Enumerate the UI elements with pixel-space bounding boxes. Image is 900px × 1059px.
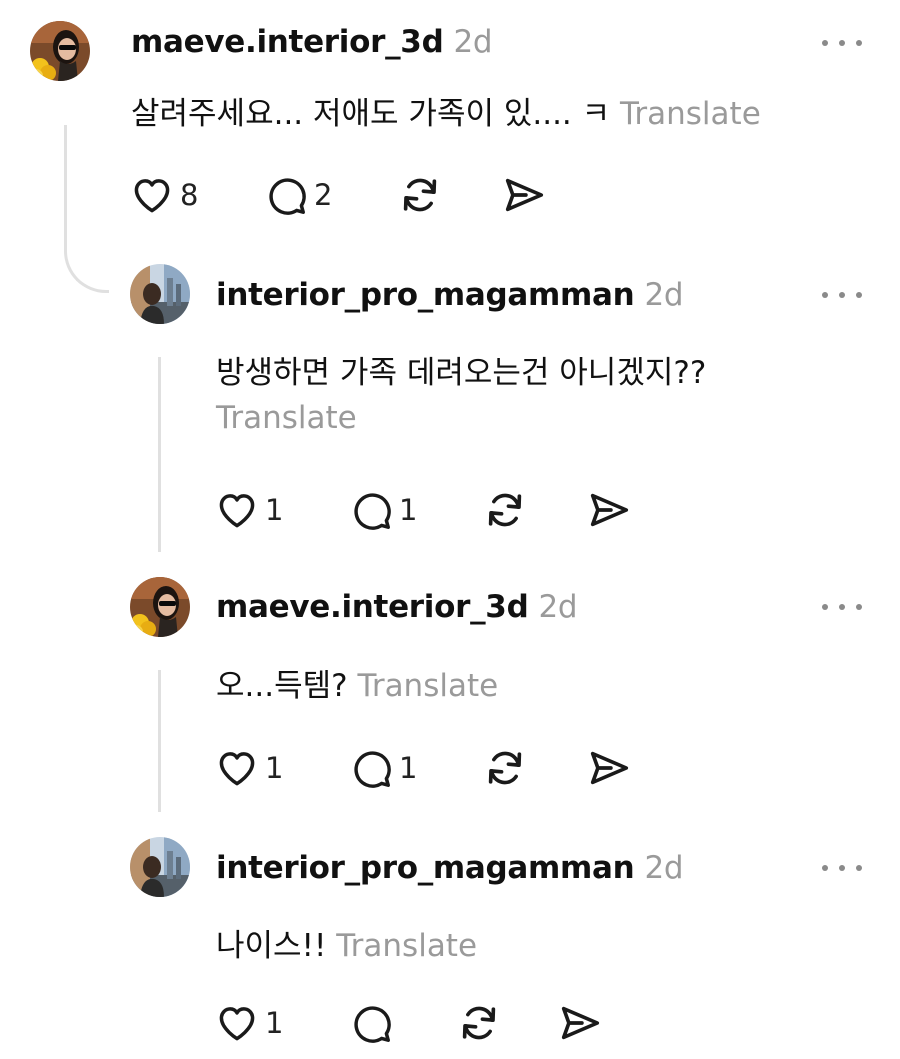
more-options-icon[interactable]: [822, 285, 862, 305]
heart-icon: [215, 488, 259, 532]
heart-icon: [215, 746, 259, 790]
repost-icon: [456, 1000, 502, 1046]
share-icon: [557, 1000, 603, 1046]
comment-text-line: 살려주세요... 저애도 가족이 있.... ㅋ Translate: [131, 88, 761, 133]
more-options-icon[interactable]: [822, 33, 862, 53]
translate-link[interactable]: Translate: [216, 400, 357, 436]
comment-icon: [349, 1001, 393, 1045]
repost-button[interactable]: [482, 743, 528, 793]
share-icon: [501, 172, 547, 218]
reply-count: 2: [314, 178, 333, 212]
username[interactable]: maeve.interior_3d: [131, 24, 444, 60]
like-button[interactable]: 1: [215, 998, 283, 1048]
thread-line: [64, 125, 67, 245]
heart-icon: [215, 1001, 259, 1045]
username-line: interior_pro_magamman 2d: [216, 277, 684, 313]
username-line: interior_pro_magamman 2d: [216, 850, 684, 886]
translate-link[interactable]: Translate: [357, 668, 498, 704]
comment-icon: [349, 746, 393, 790]
repost-button[interactable]: [397, 170, 443, 220]
avatar[interactable]: [30, 21, 90, 81]
repost-icon: [482, 745, 528, 791]
username[interactable]: interior_pro_magamman: [216, 850, 635, 886]
timestamp: 2d: [538, 589, 578, 625]
share-button[interactable]: [586, 743, 632, 793]
comment-text-line: 나이스!! Translate: [216, 920, 477, 965]
more-options-icon[interactable]: [822, 858, 862, 878]
like-button[interactable]: 1: [215, 743, 283, 793]
share-button[interactable]: [557, 998, 603, 1048]
timestamp: 2d: [644, 850, 684, 886]
reply-button[interactable]: 1: [349, 485, 417, 535]
reply-button[interactable]: 1: [349, 743, 417, 793]
man-city-view-avatar-icon: [130, 837, 190, 897]
comment-text: 살려주세요... 저애도 가족이 있.... ㅋ: [131, 96, 611, 132]
reply-button[interactable]: [349, 998, 399, 1048]
woman-with-sunglasses-avatar-icon: [30, 21, 90, 81]
comment-icon: [264, 173, 308, 217]
like-count: 8: [180, 178, 199, 212]
like-count: 1: [265, 493, 284, 527]
comment-text: 오...득템?: [216, 668, 348, 704]
repost-button[interactable]: [456, 998, 502, 1048]
comment-text: 방생하면 가족 데려오는건 아니겠지??: [216, 355, 707, 391]
username-line: maeve.interior_3d 2d: [216, 589, 578, 625]
timestamp: 2d: [453, 24, 493, 60]
username[interactable]: maeve.interior_3d: [216, 589, 529, 625]
timestamp: 2d: [644, 277, 684, 313]
comment-text: 나이스!!: [216, 928, 327, 964]
like-button[interactable]: 8: [130, 170, 198, 220]
repost-button[interactable]: [482, 485, 528, 535]
avatar[interactable]: [130, 264, 190, 324]
reply-button[interactable]: 2: [264, 170, 332, 220]
avatar[interactable]: [130, 837, 190, 897]
like-count: 1: [265, 751, 284, 785]
share-icon: [586, 745, 632, 791]
share-button[interactable]: [501, 170, 547, 220]
comment-text-line: 오...득템? Translate: [216, 660, 498, 705]
repost-icon: [482, 487, 528, 533]
heart-icon: [130, 173, 174, 217]
repost-icon: [397, 172, 443, 218]
translate-link[interactable]: Translate: [336, 928, 477, 964]
like-count: 1: [265, 1006, 284, 1040]
username[interactable]: interior_pro_magamman: [216, 277, 635, 313]
share-icon: [586, 487, 632, 533]
man-city-view-avatar-icon: [130, 264, 190, 324]
avatar[interactable]: [130, 577, 190, 637]
like-button[interactable]: 1: [215, 485, 283, 535]
username-line: maeve.interior_3d 2d: [131, 24, 493, 60]
translate-link[interactable]: Translate: [620, 96, 761, 132]
thread-connector-curve: [64, 245, 109, 293]
woman-with-sunglasses-avatar-icon: [130, 577, 190, 637]
more-options-icon[interactable]: [822, 597, 862, 617]
reply-count: 1: [399, 751, 418, 785]
reply-thread-line: [158, 357, 161, 552]
comment-icon: [349, 488, 393, 532]
reply-count: 1: [399, 493, 418, 527]
share-button[interactable]: [586, 485, 632, 535]
reply-thread-line: [158, 670, 161, 812]
